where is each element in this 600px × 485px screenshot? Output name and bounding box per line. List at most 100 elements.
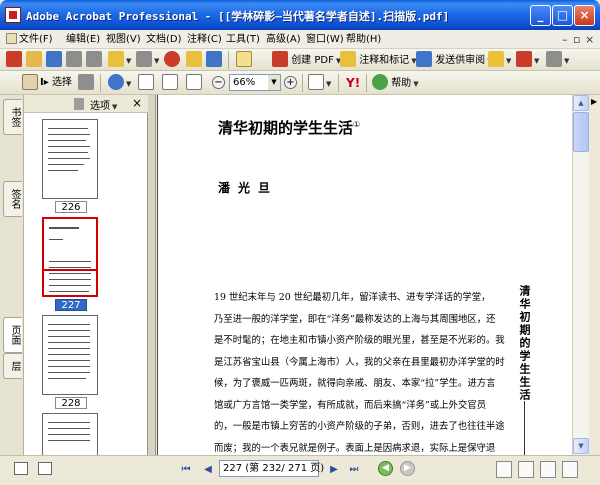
expand-pane-icon[interactable]: ▶ [591, 97, 597, 106]
trash-icon[interactable] [74, 98, 84, 110]
menu-document[interactable]: 文档(D) [146, 32, 182, 47]
page-number-field[interactable]: 227 (第 232/ 271 页) [219, 460, 324, 477]
search-icon[interactable] [164, 51, 180, 69]
secure-icon[interactable]: ▼ [488, 51, 511, 69]
actual-size-icon[interactable] [138, 74, 154, 92]
doc-close-icon[interactable]: × [585, 33, 594, 46]
status-bar: ⏮ ◀ 227 (第 232/ 271 页) ▶ ⏭ ◀ ▶ [0, 455, 600, 485]
continuous-view-icon[interactable] [518, 461, 534, 478]
rotate-view-icon[interactable]: ▼ [308, 74, 331, 92]
navigation-toolbar: I▸ 选择 ▼ − 66% ▼ + ▼ Y! 帮助 ▼ [0, 71, 600, 95]
page-label: 228 [55, 397, 87, 409]
help-button[interactable]: 帮助 ▼ [372, 74, 419, 92]
doc-minimize-icon[interactable]: – [562, 33, 568, 46]
select-tool-button[interactable]: I▸ 选择 [40, 74, 72, 92]
comment-markup-button[interactable]: 注释和标记 ▼ [340, 51, 417, 69]
create-pdf-small-icon[interactable] [6, 51, 22, 69]
yahoo-toolbar-icon[interactable]: Y! [346, 74, 360, 92]
print-icon[interactable] [86, 51, 102, 69]
menu-window[interactable]: 窗口(W) [306, 32, 344, 47]
minimize-button[interactable]: _ [530, 5, 551, 26]
zoom-level-input[interactable]: 66% [229, 74, 269, 91]
menu-comment[interactable]: 注释(C) [187, 32, 222, 47]
tab-layers[interactable]: 层 [3, 353, 22, 379]
single-page-view-icon[interactable] [496, 461, 512, 478]
menu-view[interactable]: 视图(V) [106, 32, 141, 47]
zoom-dropdown[interactable]: ▼ [268, 74, 281, 91]
panel-splitter[interactable] [148, 95, 156, 455]
scroll-thumb[interactable] [573, 112, 589, 152]
close-panel-icon[interactable]: × [132, 96, 142, 110]
document-body: 19 世纪末年与 20 世纪最初几年，留洋读书、进专学洋话的学堂， 乃至进一般的… [214, 287, 514, 455]
send-review-icon [416, 51, 432, 67]
acrobat-app-icon[interactable] [5, 7, 21, 23]
forms-icon[interactable]: ▼ [546, 51, 569, 69]
pages-panel: 选项 ▼ × 226 227 228 [24, 95, 148, 455]
page-thumbnail[interactable] [42, 315, 98, 395]
body-line: 候，为了褒威一匹两斑，就得向亲戚、朋友、本家“拉”学生。进方言 [214, 378, 496, 389]
save-icon[interactable] [46, 51, 62, 69]
menu-tools[interactable]: 工具(T) [226, 32, 260, 47]
hand-tool-icon[interactable] [22, 74, 38, 92]
thumbnail-view-icon[interactable] [14, 462, 28, 475]
tab-signatures[interactable]: 签名 [3, 181, 22, 217]
sign-icon[interactable]: ▼ [516, 51, 539, 69]
page-icon[interactable] [38, 462, 52, 475]
running-head-rule [524, 401, 525, 455]
next-view-button[interactable]: ▶ [400, 461, 415, 476]
close-button[interactable]: × [574, 5, 595, 26]
organizer-icon[interactable]: ▼ [108, 51, 131, 69]
create-pdf-button[interactable]: 创建 PDF ▼ [272, 51, 341, 69]
tab-bookmarks[interactable]: 书签 [3, 99, 22, 135]
next-page-button[interactable]: ▶ [326, 462, 342, 478]
page-thumbnail[interactable] [42, 119, 98, 199]
menu-help[interactable]: 帮助(H) [346, 32, 381, 47]
comment-markup-icon [340, 51, 356, 67]
previous-page-button[interactable]: ◀ [200, 462, 216, 478]
help-icon [372, 74, 388, 90]
open-icon[interactable] [26, 51, 42, 69]
pdf-doc-icon [6, 33, 17, 44]
zoom-in-button[interactable]: + [284, 76, 297, 89]
body-line: 乃至进一般的洋学堂，即在“洋务”最称发达的上海与其周围地区，还 [214, 313, 496, 325]
attach-icon[interactable]: ▼ [136, 51, 159, 69]
previous-view-button[interactable]: ◀ [378, 461, 393, 476]
body-line: 是不时髦的；在地主和市镇小资产阶级的眼光里，甚至是不光彩的。我 [214, 335, 505, 346]
zoom-out-button[interactable]: − [212, 76, 225, 89]
page-thumbnail-selected[interactable] [42, 217, 98, 297]
tab-pages[interactable]: 页面 [3, 317, 22, 353]
vertical-scrollbar[interactable]: ▲ ▼ [572, 95, 589, 455]
stamp-icon[interactable] [236, 51, 252, 69]
menu-file[interactable]: 文件(F) [6, 32, 53, 47]
how-to-pane-edge: ▶ [589, 95, 600, 455]
fit-width-icon[interactable] [186, 74, 202, 92]
menu-advanced[interactable]: 高级(A) [266, 32, 301, 47]
first-page-button[interactable]: ⏮ [178, 462, 194, 478]
options-menu[interactable]: 选项 ▼ [90, 97, 117, 112]
title-bar: Adobe Acrobat Professional - [[学林碎影—当代著名… [0, 0, 600, 30]
facing-view-icon[interactable] [540, 461, 556, 478]
body-line: 的，一般是市镇上穷苦的小资产阶级的子弟，否则，进去了也往往半途 [214, 421, 505, 432]
create-pdf-icon [272, 51, 288, 67]
scroll-down-button[interactable]: ▼ [573, 438, 589, 454]
thumbnail-list[interactable]: 226 227 228 [24, 113, 148, 455]
navigation-tabs: 书签 签名 页面 层 [0, 95, 24, 455]
document-view[interactable]: 清华初期的学生生活① 潘光旦 19 世纪末年与 20 世纪最初几年，留洋读书、进… [157, 95, 572, 455]
scroll-up-button[interactable]: ▲ [573, 95, 589, 111]
page-thumbnail[interactable] [42, 413, 98, 455]
body-line: 而废；我的一个表兄就是例子。表面上是因病求退，实际上是保守退 [214, 442, 496, 454]
zoom-in-tool-icon[interactable]: ▼ [108, 74, 131, 92]
file-toolbar: ▼ ▼ 创建 PDF▼ 注释和标记▼ 发送供审阅▼ ▼ ▼ ▼ [0, 49, 600, 71]
send-review-button[interactable]: 发送供审阅▼ [416, 51, 493, 69]
footnote-marker: ① [353, 120, 361, 129]
comment-icon[interactable] [186, 51, 202, 69]
fit-page-icon[interactable] [162, 74, 178, 92]
doc-restore-icon[interactable]: ▫ [573, 33, 580, 46]
snapshot-icon[interactable] [78, 74, 94, 92]
maximize-button[interactable]: □ [552, 5, 573, 26]
menu-edit[interactable]: 编辑(E) [66, 32, 100, 47]
continuous-facing-view-icon[interactable] [562, 461, 578, 478]
email-icon[interactable] [66, 51, 82, 69]
last-page-button[interactable]: ⏭ [346, 462, 362, 478]
export-icon[interactable] [206, 51, 222, 69]
